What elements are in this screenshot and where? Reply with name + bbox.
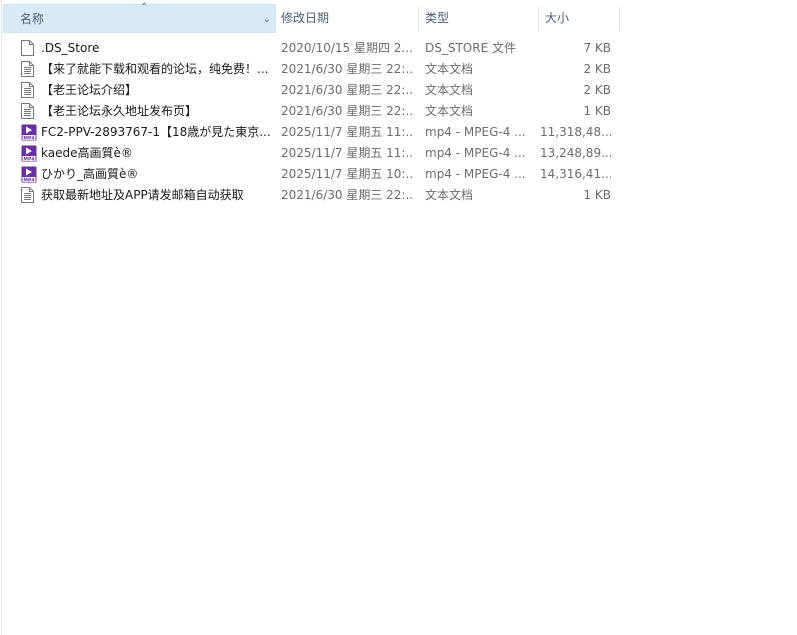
text-document-icon	[21, 187, 37, 204]
column-header-size-label: 大小	[545, 11, 570, 25]
column-header-date-label: 修改日期	[281, 11, 330, 25]
column-header-type-label: 类型	[425, 11, 450, 25]
mp4-video-icon: MP4	[21, 166, 37, 183]
text-document-icon	[21, 61, 37, 78]
file-size: 14,316,41...	[540, 167, 611, 181]
column-header-name-label: 名称	[20, 12, 45, 26]
svg-text:MP4: MP4	[23, 177, 34, 183]
column-header-type[interactable]: 类型	[419, 4, 539, 33]
file-list-pane: ⌃ 名称 ⌄ 修改日期 类型 大小 .DS_Store 2020/10/15 星…	[0, 0, 797, 635]
file-date: 2021/6/30 星期三 22:...	[281, 188, 413, 202]
file-row[interactable]: MP4 ひかり_高画質è® 2025/11/7 星期五 10:... mp4 -…	[0, 164, 620, 185]
file-date: 2025/11/7 星期五 11:...	[281, 146, 413, 160]
file-row[interactable]: MP4 FC2-PPV-2893767-1【18歳が見た東京... 2025/1…	[0, 122, 620, 143]
file-type: mp4 - MPEG-4 ...	[425, 125, 526, 139]
file-name: kaede高画質è®	[41, 146, 133, 160]
file-date: 2020/10/15 星期四 2...	[281, 41, 413, 55]
chevron-down-icon[interactable]: ⌄	[263, 5, 271, 34]
file-name: 【来了就能下载和观看的论坛，纯免费！...	[41, 62, 269, 76]
mp4-video-icon: MP4	[21, 124, 37, 141]
file-size: 13,248,89...	[540, 146, 611, 160]
column-header-size[interactable]: 大小	[539, 4, 620, 33]
svg-text:MP4: MP4	[23, 156, 34, 162]
file-row[interactable]: MP4 kaede高画質è® 2025/11/7 星期五 11:... mp4 …	[0, 143, 620, 164]
file-type: 文本文档	[425, 83, 474, 97]
sort-up-arrow-icon: ⌃	[140, 2, 149, 13]
svg-text:MP4: MP4	[23, 135, 34, 141]
file-size: 1 KB	[583, 188, 611, 202]
text-document-icon	[21, 82, 37, 99]
text-document-icon	[21, 103, 37, 120]
column-header-name[interactable]: ⌃ 名称 ⌄	[3, 2, 276, 34]
file-row[interactable]: 【老王论坛介绍】 2021/6/30 星期三 22:... 文本文档 2 KB	[0, 80, 620, 101]
file-date: 2021/6/30 星期三 22:...	[281, 104, 413, 118]
file-type: 文本文档	[425, 62, 474, 76]
file-date: 2025/11/7 星期五 10:...	[281, 167, 413, 181]
mp4-video-icon: MP4	[21, 145, 37, 162]
file-size: 7 KB	[583, 41, 611, 55]
file-size: 2 KB	[583, 83, 611, 97]
column-header-date[interactable]: 修改日期	[276, 4, 419, 33]
file-date: 2021/6/30 星期三 22:...	[281, 83, 413, 97]
file-row[interactable]: 【老王论坛永久地址发布页】 2021/6/30 星期三 22:... 文本文档 …	[0, 101, 620, 122]
file-row[interactable]: .DS_Store 2020/10/15 星期四 2... DS_STORE 文…	[0, 38, 620, 59]
file-type: mp4 - MPEG-4 ...	[425, 167, 526, 181]
column-divider[interactable]	[619, 6, 620, 31]
file-type: mp4 - MPEG-4 ...	[425, 146, 526, 160]
file-row[interactable]: 【来了就能下载和观看的论坛，纯免费！... 2021/6/30 星期三 22:.…	[0, 59, 620, 80]
file-name: 【老王论坛介绍】	[41, 83, 138, 97]
file-name: FC2-PPV-2893767-1【18歳が見た東京...	[41, 125, 271, 139]
file-name: 获取最新地址及APP请发邮箱自动获取	[41, 188, 244, 202]
file-rows: .DS_Store 2020/10/15 星期四 2... DS_STORE 文…	[0, 38, 620, 206]
file-row[interactable]: 获取最新地址及APP请发邮箱自动获取 2021/6/30 星期三 22:... …	[0, 185, 620, 206]
file-size: 2 KB	[583, 62, 611, 76]
file-name: .DS_Store	[41, 41, 100, 55]
column-header-bar: ⌃ 名称 ⌄ 修改日期 类型 大小	[0, 2, 620, 34]
file-size: 1 KB	[583, 104, 611, 118]
file-type: 文本文档	[425, 104, 474, 118]
file-type: 文本文档	[425, 188, 474, 202]
file-date: 2025/11/7 星期五 11:...	[281, 125, 413, 139]
file-name: 【老王论坛永久地址发布页】	[41, 104, 198, 118]
document-icon	[21, 40, 37, 57]
file-date: 2021/6/30 星期三 22:...	[281, 62, 413, 76]
file-size: 11,318,48...	[540, 125, 611, 139]
file-name: ひかり_高画質è®	[41, 167, 139, 181]
file-type: DS_STORE 文件	[425, 41, 516, 55]
